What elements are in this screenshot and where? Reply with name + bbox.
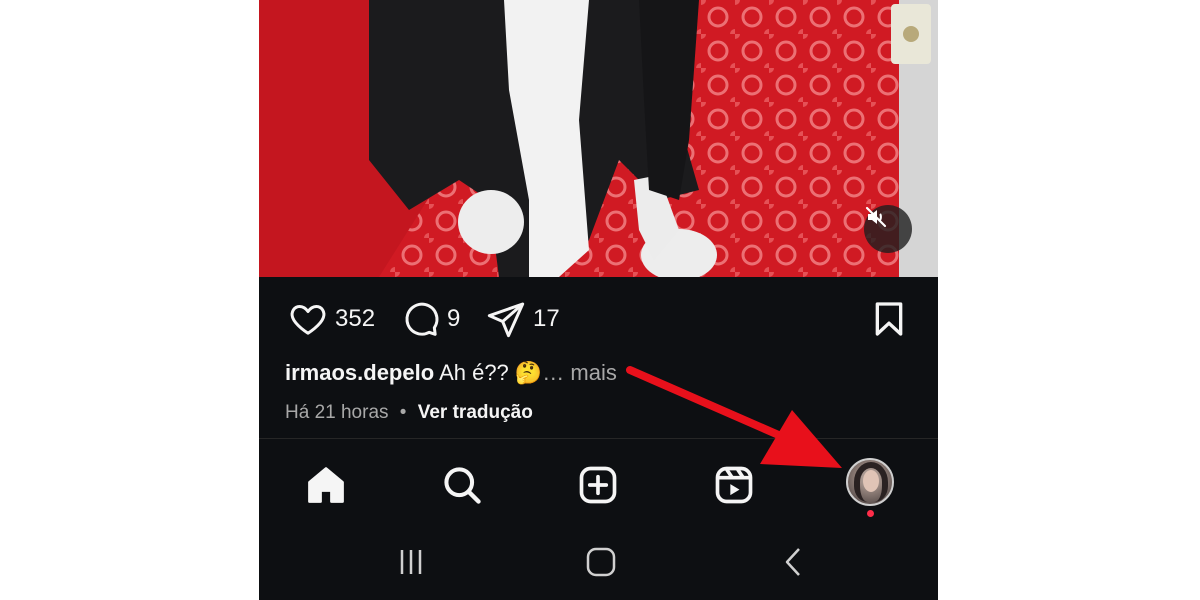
system-home-icon: [586, 547, 616, 577]
post-meta: Há 21 horas • Ver tradução: [285, 402, 533, 424]
system-home-button[interactable]: [585, 546, 617, 583]
post-video[interactable]: [259, 0, 938, 277]
avatar-face: [863, 470, 879, 492]
meta-separator: •: [399, 402, 407, 423]
post-actions-bar: 352 9 17: [259, 277, 938, 361]
post-timestamp: Há 21 horas: [285, 402, 389, 423]
nav-create[interactable]: [573, 460, 623, 510]
nav-divider: [259, 438, 938, 439]
mute-toggle-button[interactable]: [864, 205, 912, 253]
reels-icon: [715, 466, 753, 504]
cat-video-frame: [259, 0, 938, 277]
heart-icon: [290, 305, 326, 335]
more-link[interactable]: … mais: [542, 360, 617, 385]
back-icon: [785, 548, 800, 576]
search-icon: [444, 467, 481, 504]
comment-count[interactable]: 9: [447, 305, 460, 333]
nav-profile-avatar[interactable]: [846, 458, 894, 506]
share-button[interactable]: 17: [485, 299, 560, 339]
plus-square-icon: [579, 466, 617, 504]
translate-link[interactable]: Ver tradução: [418, 402, 533, 423]
recents-button[interactable]: [395, 546, 427, 583]
home-icon: [308, 467, 344, 503]
system-navigation-bar: [259, 526, 938, 600]
muted-speaker-icon: [865, 206, 887, 228]
instagram-screen: 352 9 17 irmaos.depelo Ah é?? 🤔… mais Há…: [259, 0, 938, 600]
paper-plane-icon: [487, 302, 525, 338]
bottom-navigation: [259, 440, 938, 526]
back-button[interactable]: [777, 546, 809, 583]
caption-text: Ah é?? 🤔: [439, 360, 543, 385]
comment-button[interactable]: 9: [399, 299, 460, 339]
like-button[interactable]: 352: [287, 299, 375, 339]
nav-home[interactable]: [301, 460, 351, 510]
notification-dot: [867, 510, 874, 517]
post-username[interactable]: irmaos.depelo: [285, 360, 434, 385]
recent-apps-icon: [400, 550, 422, 574]
share-count: 17: [533, 305, 560, 332]
comment-bubble-icon: [405, 302, 439, 336]
bookmark-icon: [875, 302, 903, 336]
save-button[interactable]: [869, 299, 909, 339]
nav-reels[interactable]: [709, 460, 759, 510]
like-count[interactable]: 352: [335, 305, 375, 333]
post-caption[interactable]: irmaos.depelo Ah é?? 🤔… mais: [285, 360, 617, 386]
nav-search[interactable]: [437, 460, 487, 510]
